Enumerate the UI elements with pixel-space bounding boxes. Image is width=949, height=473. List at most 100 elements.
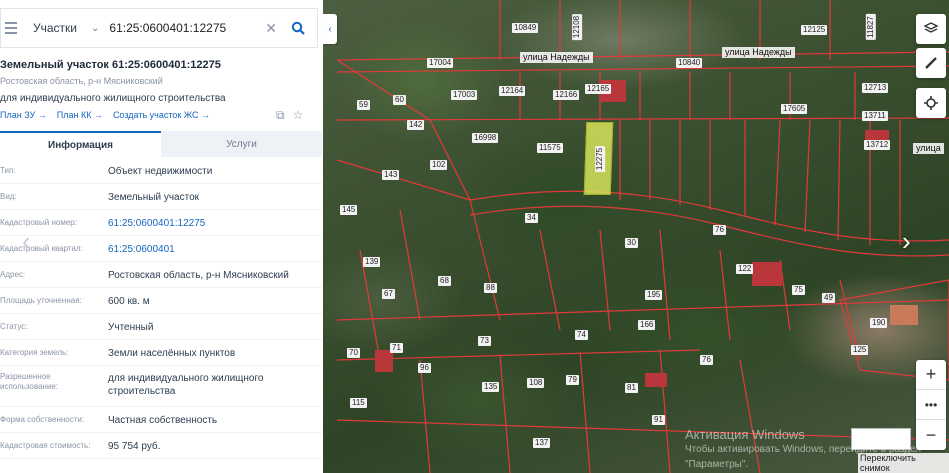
copy-icon[interactable]: ⧉ <box>276 108 285 123</box>
plan-kk-link[interactable]: План КК → <box>57 110 103 120</box>
info-value: 95 754 руб. <box>108 441 161 452</box>
street-label: улица <box>913 143 944 154</box>
plot-label: 13712 <box>864 140 891 150</box>
prev-arrow-icon[interactable]: ‹ <box>22 226 31 257</box>
create-plot-link[interactable]: Создать участок ЖС → <box>113 110 210 120</box>
locate-icon <box>924 96 938 110</box>
menu-icon[interactable] <box>1 22 25 34</box>
plot-label: 195 <box>645 290 663 300</box>
chevron-down-icon[interactable]: ⌄ <box>91 23 99 34</box>
locate-button[interactable] <box>916 88 946 118</box>
info-table: Тип: Объект недвижимости Вид: Земельный … <box>0 158 322 459</box>
plot-label: 108 <box>527 378 545 388</box>
info-row: Кадастровый квартал: 61:25:0600401 <box>0 236 322 262</box>
info-key: Категория земель: <box>0 348 69 357</box>
plot-label: 88 <box>484 283 497 293</box>
info-row: Площадь уточненная: 600 кв. м <box>0 288 322 314</box>
info-row: Разрешенное использование: для индивидуа… <box>0 366 322 407</box>
plot-label: 16998 <box>472 133 499 143</box>
plot-label: 12108 <box>572 13 583 41</box>
plot-label: 34 <box>525 213 538 223</box>
house-roof <box>890 305 918 325</box>
info-row: Кадастровый номер: 61:25:0600401:12275 <box>0 210 322 236</box>
search-bar: Участки ⌄ ✕ <box>0 8 318 48</box>
info-key: Адрес: <box>0 270 26 279</box>
next-arrow-icon[interactable]: › <box>902 226 911 257</box>
plot-label: 91 <box>652 415 665 425</box>
plot-label: 79 <box>566 375 579 385</box>
plot-label: 59 <box>357 100 370 110</box>
plot-label: 143 <box>382 170 400 180</box>
search-button[interactable] <box>285 15 311 41</box>
object-region: Ростовская область, р-н Мясниковский <box>0 76 163 86</box>
plot-label: 75 <box>792 285 805 295</box>
info-key: Форма собственности: <box>0 415 85 424</box>
plot-label: 11827 <box>865 14 876 40</box>
info-key: Кадастровый квартал: <box>0 244 83 253</box>
plot-label: 30 <box>625 238 638 248</box>
star-icon[interactable]: ☆ <box>293 108 304 123</box>
house-roof <box>752 262 782 286</box>
plot-label: 190 <box>870 318 888 328</box>
info-row: Статус: Учтенный <box>0 314 322 340</box>
plot-label: 115 <box>350 398 367 408</box>
info-key: Кадастровый номер: <box>0 218 77 227</box>
plot-label: 139 <box>363 257 381 267</box>
info-value: Учтенный <box>108 322 154 333</box>
cadastral-number-link[interactable]: 61:25:0600401:12275 <box>108 217 313 230</box>
plot-label: 125 <box>851 345 869 355</box>
info-key: Разрешенное использование: <box>0 372 59 391</box>
plot-label: 102 <box>430 160 448 170</box>
plot-label: 12164 <box>499 86 526 96</box>
collapse-panel-button[interactable]: ‹ <box>323 14 337 44</box>
street-label: улица Надежды <box>520 52 593 63</box>
plot-label: 17004 <box>427 58 454 68</box>
zoom-more-button[interactable]: ••• <box>916 390 946 420</box>
plot-label: 60 <box>393 95 406 105</box>
plot-label: 166 <box>638 320 656 330</box>
plot-label: 145 <box>340 205 358 215</box>
info-row: Адрес: Ростовская область, р-н Мясниковс… <box>0 262 322 288</box>
info-value: для индивидуального жилищного строительс… <box>108 373 264 397</box>
plot-label: 12165 <box>585 84 612 94</box>
object-actions: ⧉ ☆ <box>276 108 303 123</box>
measure-button[interactable] <box>916 48 946 78</box>
info-key: Кадастровая стоимость: <box>0 441 91 450</box>
plot-label: 49 <box>822 293 835 303</box>
search-input[interactable] <box>109 21 266 35</box>
plot-label: 122 <box>736 264 754 274</box>
zoom-in-button[interactable]: + <box>916 360 946 390</box>
info-key: Площадь уточненная: <box>0 296 82 305</box>
plot-label: 12125 <box>801 25 828 35</box>
plot-label: 17003 <box>451 90 478 100</box>
cadastral-quarter-link[interactable]: 61:25:0600401 <box>108 243 313 256</box>
ruler-icon <box>925 57 937 69</box>
windows-activation-watermark: Активация Windows Чтобы активировать Win… <box>685 427 949 472</box>
object-title: Земельный участок 61:25:0600401:12275 <box>0 59 221 71</box>
info-key: Тип: <box>0 166 16 175</box>
plot-label: 142 <box>407 120 425 130</box>
street-label: улица Надежды <box>722 47 795 58</box>
search-category-select[interactable]: Участки <box>33 21 91 35</box>
info-value: Земли населённых пунктов <box>108 348 236 359</box>
plot-label: 12713 <box>862 83 889 93</box>
plot-label: 135 <box>482 382 500 392</box>
house-roof <box>375 350 393 372</box>
plot-label: 11575 <box>537 143 563 153</box>
plot-label: 81 <box>625 383 638 393</box>
search-icon <box>291 21 305 35</box>
info-value: Ростовская область, р-н Мясниковский <box>108 270 289 281</box>
clear-icon[interactable]: ✕ <box>265 20 277 37</box>
plot-label: 74 <box>575 330 588 340</box>
house-roof <box>645 373 667 387</box>
layers-button[interactable] <box>916 14 946 44</box>
plan-zu-link[interactable]: План ЗУ → <box>0 110 47 120</box>
tab-information[interactable]: Информация <box>0 131 161 157</box>
info-row: Кадастровая стоимость: 95 754 руб. <box>0 433 322 459</box>
info-value: 600 кв. м <box>108 296 150 307</box>
info-row: Форма собственности: Частная собственнос… <box>0 407 322 433</box>
plot-label: 73 <box>478 336 491 346</box>
plot-label-selected: 12275 <box>595 145 606 173</box>
plot-label: 71 <box>390 343 403 353</box>
tab-services[interactable]: Услуги <box>161 131 322 157</box>
